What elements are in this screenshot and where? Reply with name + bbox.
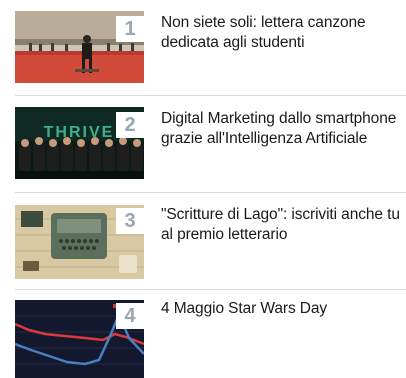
divider (15, 289, 406, 290)
article-title[interactable]: Non siete soli: lettera canzone dedicata… (161, 13, 403, 53)
rank-number: 4 (116, 303, 144, 329)
rank-number: 1 (116, 16, 144, 42)
divider (15, 95, 406, 96)
divider (15, 192, 406, 193)
article-title[interactable]: 4 Maggio Star Wars Day (161, 299, 403, 319)
rank-number: 3 (116, 208, 144, 234)
article-title[interactable]: Digital Marketing dallo smartphone grazi… (161, 109, 403, 149)
article-title[interactable]: "Scritture di Lago": iscriviti anche tu … (161, 205, 403, 245)
rank-number: 2 (116, 112, 144, 138)
thrive-logo-text: THRIVE (44, 124, 115, 141)
most-read-list: 1 Non siete soli: lettera canzone dedica… (0, 0, 406, 378)
